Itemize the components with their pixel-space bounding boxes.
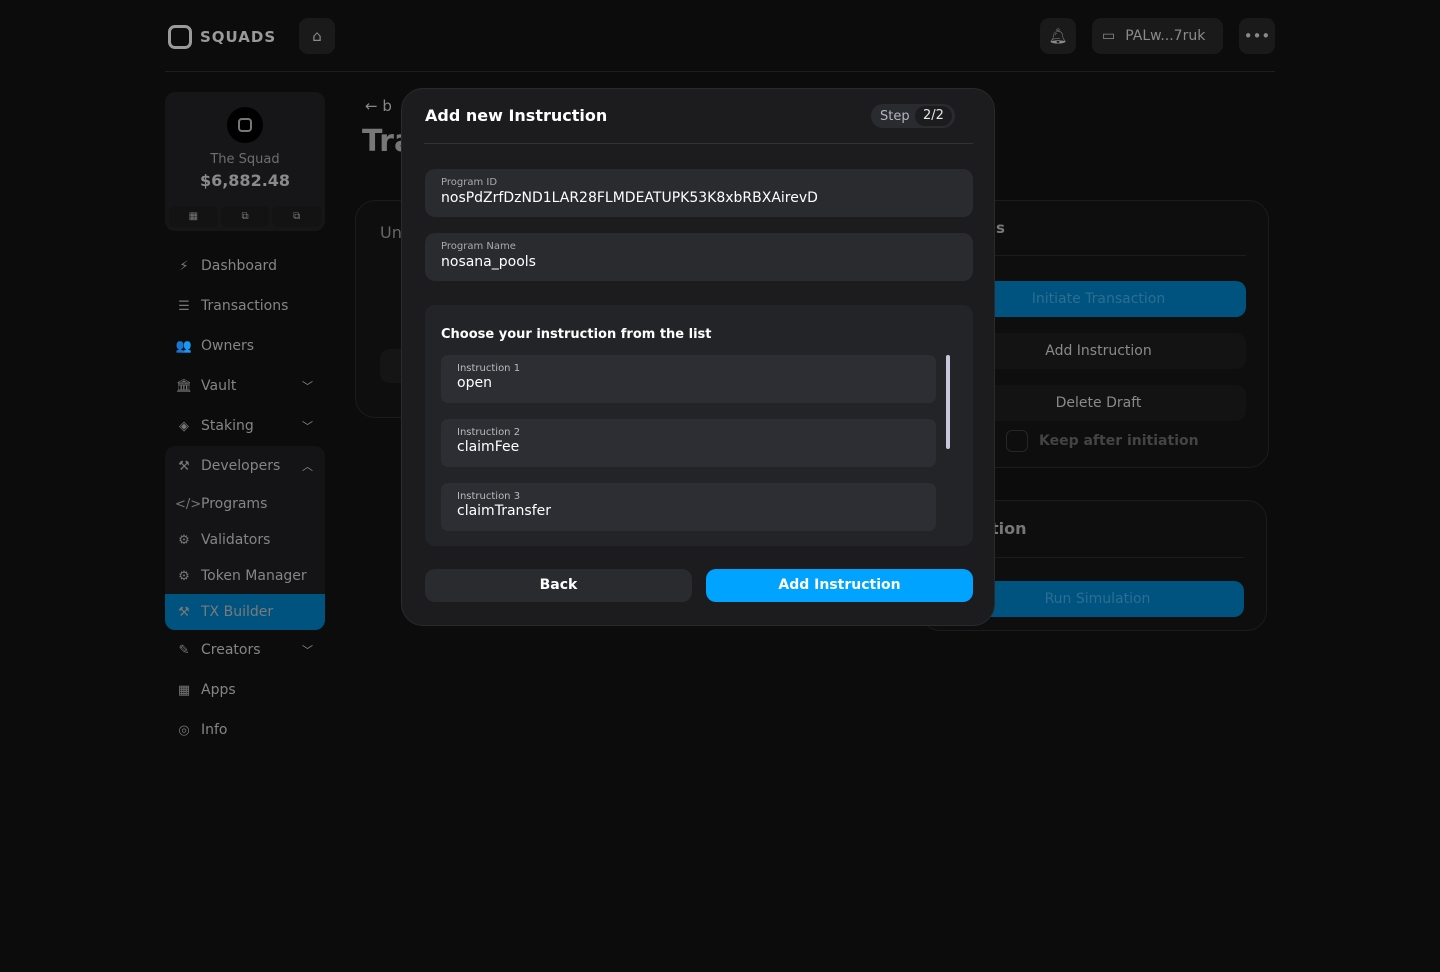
back-link[interactable]: ← b (365, 97, 392, 115)
sidebar-nav: ⚡ Dashboard ☰ Transactions 👥 Owners 🏛 Vault ﹀… (165, 246, 325, 750)
compass-icon: ◎ (178, 722, 190, 738)
sidebar-item-apps[interactable]: ▦ Apps (165, 670, 325, 710)
code-icon: </> (175, 496, 202, 512)
developers-group: ⚒ Developers ︿ </> Programs ⚙ Validators ⚙ To… (165, 446, 325, 630)
bank-icon: 🏛 (175, 378, 193, 394)
list-item[interactable]: Instruction 1 open (441, 355, 936, 403)
sidebar-item-dashboard[interactable]: ⚡ Dashboard (165, 246, 325, 286)
squad-balance: $6,882.48 (199, 171, 291, 190)
sidebar-item-token-manager[interactable]: ⚙ Token Manager (165, 558, 325, 594)
sidebar-item-programs[interactable]: </> Programs (165, 486, 325, 522)
bell-icon: 🔔︎ (1048, 27, 1068, 45)
scrollbar[interactable] (946, 355, 950, 449)
sidebar-item-staking[interactable]: ◈ Staking ﹀ (165, 406, 325, 446)
hammer-icon: ⚒ (178, 458, 190, 474)
chevron-down-icon: ﹀ (302, 380, 313, 393)
sidebar-item-tx-builder[interactable]: ⚒ TX Builder (165, 594, 325, 630)
list-item[interactable]: Instruction 2 claimFee (441, 419, 936, 467)
keep-checkbox[interactable] (1006, 430, 1028, 452)
qr-icon[interactable]: ▦ (169, 206, 218, 227)
chevron-up-icon: ︿ (302, 460, 313, 473)
add-instruction-button[interactable]: Add Instruction (951, 333, 1246, 369)
grid-icon: ▦ (177, 682, 191, 698)
initiate-transaction-button[interactable]: Initiate Transaction (951, 281, 1246, 317)
sidebar-item-transactions[interactable]: ☰ Transactions (165, 286, 325, 326)
copy-icon[interactable]: ⧉ (220, 206, 270, 227)
layers-icon: ◈ (179, 418, 189, 434)
squad-avatar (227, 107, 263, 143)
home-button[interactable]: ⌂ (299, 18, 335, 54)
add-instruction-submit-button[interactable]: Add Instruction (706, 569, 973, 602)
list-icon: ☰ (178, 298, 190, 314)
list-item[interactable]: Instruction 3 claimTransfer (441, 483, 936, 531)
sidebar-item-validators[interactable]: ⚙ Validators (165, 522, 325, 558)
modal-title: Add new Instruction (425, 106, 608, 125)
hammer-icon: ⚒ (178, 604, 190, 620)
sidebar-item-owners[interactable]: 👥 Owners (165, 326, 325, 366)
sidebar-item-info[interactable]: ◎ Info (165, 710, 325, 750)
brush-icon: ✎ (178, 642, 190, 658)
chevron-down-icon: ﹀ (302, 420, 313, 433)
more-button[interactable]: ••• (1239, 18, 1275, 54)
squads-logo[interactable]: SQUADS (168, 25, 276, 49)
coin-gear-icon: ⚙ (178, 568, 190, 584)
chevron-down-icon: ﹀ (302, 644, 313, 657)
wallet-button[interactable]: ▭ PALw...7ruk (1092, 18, 1223, 54)
logo-icon (168, 25, 192, 49)
bolt-icon: ⚡ (179, 258, 189, 274)
more-icon: ••• (1243, 27, 1271, 45)
notifications-button[interactable]: 🔔︎ (1040, 18, 1076, 54)
back-button[interactable]: Back (425, 569, 692, 602)
sidebar-item-creators[interactable]: ✎ Creators ﹀ (165, 630, 325, 670)
home-icon: ⌂ (312, 27, 322, 45)
squad-name: The Squad (210, 152, 280, 167)
divider (424, 143, 973, 144)
sidebar-item-developers[interactable]: ⚒ Developers ︿ (165, 446, 325, 486)
step-indicator: Step 2/2 (871, 104, 955, 128)
external-link-icon[interactable]: ⧉ (272, 206, 322, 227)
wallet-icon: ▭ (1102, 28, 1116, 44)
delete-draft-button[interactable]: Delete Draft (951, 385, 1246, 421)
gear-icon: ⚙ (178, 532, 190, 548)
program-id-field[interactable]: Program ID nosPdZrfDzND1LAR28FLMDEATUPK53… (425, 169, 973, 217)
add-instruction-modal: Add new Instruction Step 2/2 Program ID no… (401, 88, 995, 626)
instruction-list: Choose your instruction from the list In… (425, 305, 973, 546)
sidebar-item-vault[interactable]: 🏛 Vault ﹀ (165, 366, 325, 406)
squad-card: The Squad $6,882.48 ▦ ⧉ ⧉ (165, 92, 325, 231)
program-name-field[interactable]: Program Name nosana_pools (425, 233, 973, 281)
users-icon: 👥 (175, 338, 193, 354)
divider (165, 71, 1275, 72)
